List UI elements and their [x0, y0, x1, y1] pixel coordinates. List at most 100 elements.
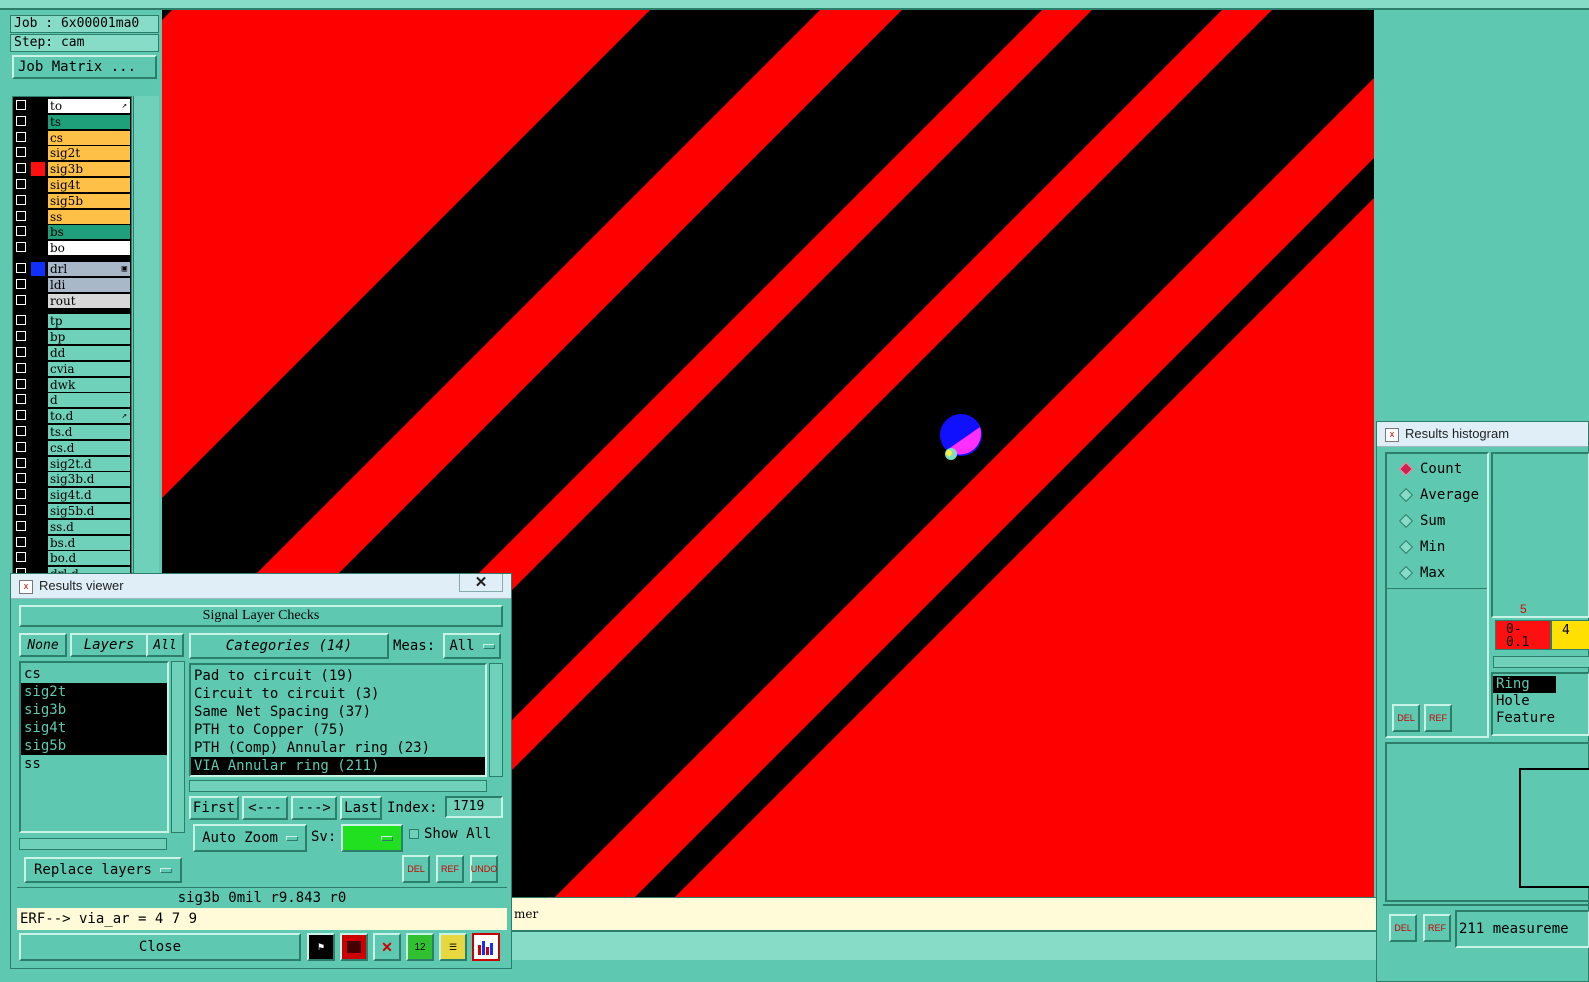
- histogram-bar-0[interactable]: 0- 0.1: [1495, 620, 1551, 650]
- layer-checkbox[interactable]: [16, 100, 26, 110]
- layer-color-swatch[interactable]: [31, 377, 45, 392]
- layer-checkbox[interactable]: [16, 410, 26, 421]
- layer-row-sig4t-d[interactable]: sig4t.d: [13, 488, 131, 503]
- layer-name[interactable]: sig2t.d: [48, 456, 130, 471]
- categories-button[interactable]: Categories (14): [189, 633, 389, 659]
- layer-name[interactable]: dd: [48, 346, 130, 360]
- layer-checkbox[interactable]: [16, 536, 26, 547]
- radio-diamond-icon[interactable]: [1398, 461, 1414, 477]
- close-button[interactable]: Close: [19, 933, 301, 961]
- layer-color-swatch[interactable]: [31, 209, 45, 224]
- del-button[interactable]: DEL: [402, 855, 430, 883]
- category-list-item[interactable]: Same Net Spacing (37): [191, 703, 485, 721]
- layer-checkbox[interactable]: [16, 505, 26, 515]
- layer-color-swatch[interactable]: [31, 409, 45, 424]
- layer-list-item[interactable]: cs: [21, 665, 167, 683]
- ref-button[interactable]: REF: [436, 855, 464, 883]
- layer-row-bs-d[interactable]: bs.d: [13, 535, 131, 550]
- prev-button[interactable]: <---: [242, 796, 288, 820]
- layer-name[interactable]: cs: [48, 130, 130, 145]
- layer-name[interactable]: to: [48, 99, 130, 113]
- last-button[interactable]: Last: [340, 796, 382, 820]
- layer-checkbox[interactable]: [16, 426, 26, 436]
- layer-checkbox[interactable]: [16, 331, 26, 342]
- report-icon[interactable]: [340, 933, 368, 961]
- layer-row-to-d[interactable]: to.d ↗: [13, 409, 131, 424]
- layer-name[interactable]: drl: [48, 262, 130, 276]
- categories-hscroll[interactable]: [189, 780, 487, 792]
- layer-row-to[interactable]: to ↗: [13, 99, 131, 113]
- layer-name[interactable]: sig4t: [48, 178, 130, 192]
- close-icon[interactable]: ✕: [459, 574, 503, 592]
- layer-name[interactable]: to.d: [48, 409, 130, 424]
- layer-color-swatch[interactable]: [31, 393, 45, 408]
- layer-checkbox[interactable]: [16, 242, 26, 253]
- layer-name[interactable]: ts: [48, 114, 130, 129]
- layer-row-cvia[interactable]: cvia: [13, 361, 131, 376]
- layer-list-scrollbar[interactable]: [133, 96, 159, 584]
- layer-checkbox[interactable]: [16, 179, 26, 189]
- feature-list-item[interactable]: Hole: [1493, 693, 1588, 710]
- layer-checkbox[interactable]: [16, 163, 26, 174]
- layer-color-swatch[interactable]: [31, 456, 45, 471]
- layer-color-swatch[interactable]: [31, 293, 45, 308]
- layers-listbox[interactable]: cs sig2t sig3b sig4t sig5b ss: [19, 661, 169, 833]
- histogram-ref-button[interactable]: REF: [1424, 704, 1452, 732]
- layer-checkbox[interactable]: [16, 362, 26, 373]
- layers-hscroll[interactable]: [19, 838, 167, 850]
- histogram-titlebar[interactable]: x Results histogram: [1377, 422, 1588, 447]
- next-button[interactable]: --->: [291, 796, 337, 820]
- numbering-icon[interactable]: 12: [406, 933, 434, 961]
- layer-color-swatch[interactable]: [31, 488, 45, 503]
- layer-list-item[interactable]: sig3b: [21, 701, 167, 719]
- radio-diamond-icon[interactable]: [1398, 513, 1414, 529]
- histogram-mode-average[interactable]: Average: [1387, 482, 1487, 508]
- layer-row-ts[interactable]: ts: [13, 114, 131, 129]
- layer-row-ldi[interactable]: ldi: [13, 277, 131, 292]
- layer-color-swatch[interactable]: [31, 472, 45, 487]
- layer-row-bo-d[interactable]: bo.d: [13, 551, 131, 566]
- layer-color-swatch[interactable]: [31, 346, 45, 360]
- index-input[interactable]: 1719: [445, 796, 503, 818]
- layer-name[interactable]: dwk: [48, 377, 130, 392]
- category-list-item[interactable]: VIA Annular ring (211): [191, 757, 485, 775]
- undo-button[interactable]: UNDO: [470, 855, 498, 883]
- layer-color-swatch[interactable]: [31, 425, 45, 439]
- layer-list-item[interactable]: sig4t: [21, 719, 167, 737]
- layer-checkbox[interactable]: [16, 457, 26, 468]
- layer-checkbox[interactable]: [16, 115, 26, 126]
- radio-diamond-icon[interactable]: [1398, 539, 1414, 555]
- histogram-ref-button-2[interactable]: REF: [1423, 914, 1451, 942]
- first-button[interactable]: First: [189, 796, 239, 820]
- feature-listbox[interactable]: Ring Hole Feature: [1491, 672, 1589, 736]
- layer-name[interactable]: cvia: [48, 361, 130, 376]
- layer-name[interactable]: bp: [48, 330, 130, 345]
- layer-name[interactable]: ss.d: [48, 519, 130, 534]
- layer-row-dd[interactable]: dd: [13, 346, 131, 360]
- feature-list-item[interactable]: Ring: [1493, 676, 1556, 693]
- layer-name[interactable]: sig3b: [48, 162, 130, 177]
- layer-row-sig4t[interactable]: sig4t: [13, 178, 131, 192]
- layer-row-sig3b[interactable]: sig3b: [13, 162, 131, 177]
- layer-color-swatch[interactable]: [31, 361, 45, 376]
- layer-name[interactable]: bs.d: [48, 535, 130, 550]
- layer-checkbox[interactable]: [16, 210, 26, 221]
- histogram-mode-sum[interactable]: Sum: [1387, 508, 1487, 534]
- flag-icon[interactable]: ⚑: [307, 933, 335, 961]
- layer-name[interactable]: sig5b: [48, 193, 130, 208]
- layer-name[interactable]: bo: [48, 241, 130, 256]
- layer-checkbox[interactable]: [16, 520, 26, 531]
- show-all-checkbox[interactable]: [409, 829, 419, 839]
- categories-vscroll[interactable]: [489, 663, 503, 777]
- layer-name[interactable]: ts.d: [48, 425, 130, 439]
- ref-clear-icon[interactable]: ✕: [373, 933, 401, 961]
- layer-checkbox[interactable]: [16, 473, 26, 484]
- layer-name[interactable]: d: [48, 393, 130, 408]
- layer-name[interactable]: rout: [48, 293, 130, 308]
- layer-row-rout[interactable]: rout: [13, 293, 131, 308]
- layer-name[interactable]: tp: [48, 314, 130, 329]
- layers-button[interactable]: Layers: [70, 633, 148, 657]
- layer-color-swatch[interactable]: [31, 504, 45, 518]
- layer-row-sig5b-d[interactable]: sig5b.d: [13, 504, 131, 518]
- layer-checkbox[interactable]: [16, 315, 26, 326]
